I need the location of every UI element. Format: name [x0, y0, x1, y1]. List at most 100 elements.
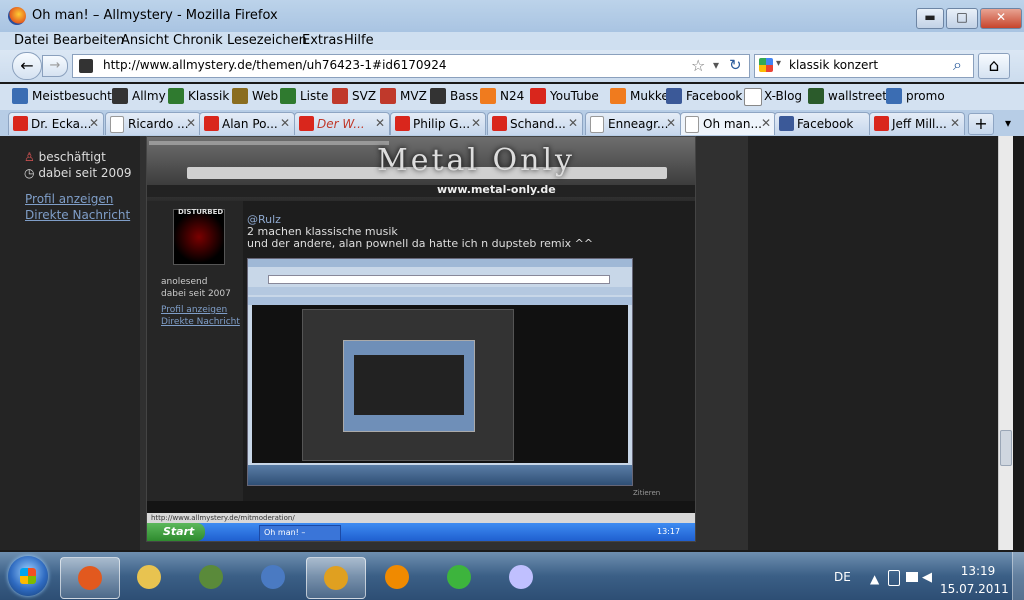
- tab[interactable]: Dr. Ecka... ✕: [8, 112, 104, 135]
- network-tray-icon[interactable]: [906, 572, 918, 582]
- tab-list-button[interactable]: ▾: [998, 113, 1018, 133]
- home-button[interactable]: ⌂: [978, 53, 1010, 79]
- clock-time[interactable]: 13:19: [960, 564, 996, 578]
- search-icon[interactable]: ⌕: [953, 55, 962, 75]
- embedded-post-line2: und der andere, alan pownell da hatte ic…: [247, 237, 594, 250]
- tab-close-icon[interactable]: ✕: [666, 116, 676, 130]
- back-button[interactable]: ←: [12, 52, 42, 80]
- bookmark-item[interactable]: wallstreet: [828, 89, 887, 103]
- tab-label: Jeff Mill...: [892, 117, 947, 131]
- url-bar[interactable]: http://www.allmystery.de/themen/uh76423-…: [72, 54, 750, 78]
- bookmark-item[interactable]: Meistbesucht: [32, 89, 112, 103]
- menu-bearbeiten[interactable]: Bearbeiten: [53, 33, 124, 48]
- taskbar-app[interactable]: [60, 557, 120, 599]
- clock-date[interactable]: 15.07.2011: [940, 582, 1009, 596]
- menu-datei[interactable]: Datei: [14, 33, 49, 48]
- vertical-scrollbar[interactable]: [998, 136, 1013, 550]
- tab[interactable]: Jeff Mill... ✕: [869, 112, 965, 135]
- bookmark-item[interactable]: Liste: [300, 89, 328, 103]
- start-button[interactable]: [8, 556, 48, 596]
- search-bar[interactable]: ▾ klassik konzert ⌕: [754, 54, 974, 78]
- taskbar-app[interactable]: [368, 557, 426, 597]
- minimize-button[interactable]: ▬: [916, 8, 944, 29]
- site-identity-icon[interactable]: [79, 59, 93, 73]
- forward-button[interactable]: →: [42, 55, 68, 77]
- user-status-icon: ♙: [24, 150, 35, 164]
- volume-icon[interactable]: ◀: [922, 570, 932, 585]
- menu-hilfe[interactable]: Hilfe: [344, 33, 374, 48]
- tab-close-icon[interactable]: ✕: [568, 116, 578, 130]
- tab-close-icon[interactable]: ✕: [761, 116, 771, 130]
- close-button[interactable]: ✕: [980, 8, 1022, 29]
- tab[interactable]: Oh man... ✕: [680, 112, 776, 135]
- tab[interactable]: Alan Po... ✕: [199, 112, 295, 135]
- menu-extras[interactable]: Extras: [302, 33, 343, 48]
- bookmark-item[interactable]: Klassik: [188, 89, 229, 103]
- burst-icon: [380, 88, 396, 104]
- taskbar-app[interactable]: [244, 557, 302, 597]
- bookmark-star-icon[interactable]: ☆: [691, 56, 705, 75]
- message-link[interactable]: Direkte Nachricht: [25, 208, 130, 222]
- tab-close-icon[interactable]: ✕: [950, 116, 960, 130]
- menu-chronik[interactable]: Chronik: [173, 33, 223, 48]
- tab-close-icon[interactable]: ✕: [375, 116, 385, 130]
- bookmark-item[interactable]: Bass: [450, 89, 478, 103]
- embedded-screenshot[interactable]: Metal Only www.metal-only.de anolesend d…: [146, 136, 696, 542]
- tab-close-icon[interactable]: ✕: [186, 116, 196, 130]
- xp-start-button: Start: [147, 523, 205, 541]
- xp-clock: 13:17: [657, 527, 681, 536]
- embedded-xp-taskbar: Start Oh man! – Allmystery... 13:17: [147, 523, 695, 541]
- bookmark-item[interactable]: X-Blog: [764, 89, 802, 103]
- google-icon[interactable]: [759, 58, 773, 72]
- profile-link[interactable]: Profil anzeigen: [25, 192, 113, 206]
- bookmarks-icon: [12, 88, 28, 104]
- bookmark-item[interactable]: Allmy: [132, 89, 166, 103]
- taskbar-app[interactable]: [306, 557, 366, 599]
- tab[interactable]: Der W... ✕: [294, 112, 390, 135]
- scrollbar-thumb[interactable]: [1000, 430, 1012, 466]
- bookmark-item[interactable]: N24: [500, 89, 524, 103]
- bookmark-item[interactable]: Mukke: [630, 89, 669, 103]
- embedded-bookmarks: [147, 185, 695, 197]
- language-indicator[interactable]: DE: [834, 570, 851, 584]
- tab-close-icon[interactable]: ✕: [280, 116, 290, 130]
- tab[interactable]: Facebook: [774, 112, 870, 135]
- pen-icon: [112, 88, 128, 104]
- menu-lesezeichen[interactable]: Lesezeichen: [227, 33, 307, 48]
- tab[interactable]: Enneagr... ✕: [585, 112, 681, 135]
- tab-label: Dr. Ecka...: [31, 117, 92, 131]
- bookmark-item[interactable]: MVZ: [400, 89, 427, 103]
- show-desktop-button[interactable]: [1012, 552, 1024, 600]
- taskbar-app[interactable]: [182, 557, 240, 597]
- tray-expand-icon[interactable]: ▲: [870, 572, 879, 586]
- taskbar-app[interactable]: [430, 557, 488, 597]
- bookmark-item[interactable]: Web: [252, 89, 278, 103]
- vlc-icon: [385, 565, 409, 589]
- taskbar-app[interactable]: [120, 557, 178, 597]
- search-input[interactable]: klassik konzert: [789, 58, 878, 72]
- bookmark-item[interactable]: YouTube: [550, 89, 599, 103]
- reload-icon[interactable]: ↻: [729, 56, 742, 74]
- new-tab-button[interactable]: +: [968, 113, 994, 135]
- menu-ansicht[interactable]: Ansicht: [121, 33, 169, 48]
- embedded-member-since: dabei seit 2007: [161, 289, 231, 299]
- tab[interactable]: Philip G... ✕: [390, 112, 486, 135]
- tab[interactable]: Schand... ✕: [487, 112, 583, 135]
- tab[interactable]: Ricardo ... ✕: [105, 112, 201, 135]
- building-icon: [232, 88, 248, 104]
- metal-only-banner: Metal Only: [377, 143, 576, 178]
- url-dropdown-icon[interactable]: ▾: [713, 58, 719, 72]
- maximize-button[interactable]: □: [946, 8, 978, 29]
- url-input[interactable]: http://www.allmystery.de/themen/uh76423-…: [103, 58, 446, 72]
- metal-only-url: www.metal-only.de: [437, 183, 556, 196]
- action-center-icon[interactable]: [888, 570, 900, 586]
- search-engine-dropdown-icon[interactable]: ▾: [776, 58, 781, 69]
- bookmark-item[interactable]: SVZ: [352, 89, 376, 103]
- bookmark-item[interactable]: promo: [906, 89, 945, 103]
- doc-icon: [685, 116, 699, 133]
- tab-close-icon[interactable]: ✕: [471, 116, 481, 130]
- taskbar-app[interactable]: [492, 557, 550, 597]
- bookmark-item[interactable]: Facebook: [686, 89, 742, 103]
- tab-close-icon[interactable]: ✕: [89, 116, 99, 130]
- app-icon: [168, 88, 184, 104]
